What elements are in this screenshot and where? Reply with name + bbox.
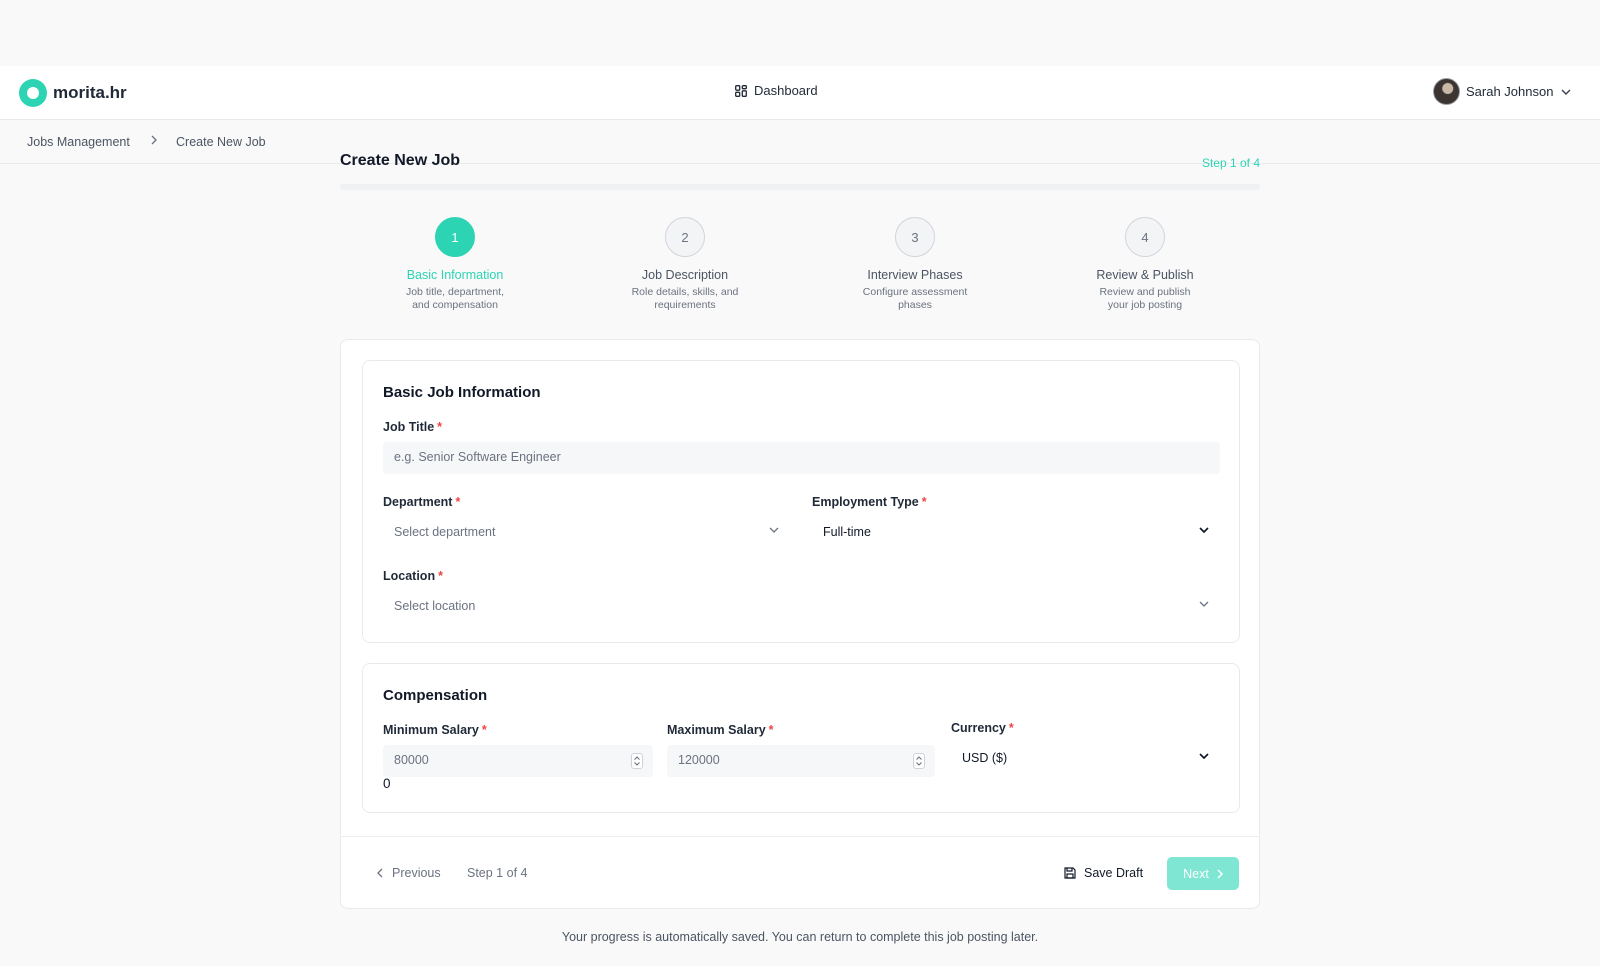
autosave-note: Your progress is automatically saved. Yo… bbox=[561, 930, 1039, 944]
label-text: Department bbox=[383, 495, 453, 509]
max-salary-label: Maximum Salary * bbox=[667, 723, 774, 737]
department-value: Select department bbox=[394, 525, 496, 539]
department-label: Department * bbox=[383, 495, 460, 509]
step-description: Review and publish your job posting bbox=[1099, 286, 1191, 311]
section-title: Compensation bbox=[383, 687, 488, 704]
currency-label: Currency * bbox=[951, 721, 1014, 735]
required-mark: * bbox=[438, 569, 443, 583]
step-title: Basic Information bbox=[406, 268, 504, 282]
step-description: Role details, skills, and requirements bbox=[631, 286, 739, 311]
save-draft-button[interactable]: Save Draft bbox=[1064, 866, 1143, 880]
step-number: 2 bbox=[665, 217, 705, 257]
min-salary-value: 80000 bbox=[394, 753, 429, 767]
currency-value: USD ($) bbox=[962, 751, 1008, 765]
form-footer: Previous Step 1 of 4 Save Draft Next bbox=[341, 836, 1259, 909]
top-navbar: morita.hr Dashboard Sarah Johnson bbox=[0, 66, 1600, 120]
number-stepper[interactable] bbox=[913, 753, 925, 769]
breadcrumb: Jobs Management Create New Job bbox=[0, 121, 1600, 164]
step-title: Review & Publish bbox=[1096, 268, 1194, 282]
step-counter: Step 1 of 4 bbox=[1201, 156, 1260, 170]
step-job-description[interactable]: 2 Job Description Role details, skills, … bbox=[600, 217, 770, 312]
step-number: 3 bbox=[895, 217, 935, 257]
chevron-right-icon bbox=[1217, 868, 1223, 879]
brand-name: morita.hr bbox=[53, 83, 127, 102]
step-description: Configure assessment phases bbox=[862, 286, 968, 311]
employment-type-label: Employment Type * bbox=[812, 495, 927, 509]
previous-label: Previous bbox=[392, 866, 441, 880]
step-description: Job title, department, and compensation bbox=[405, 286, 505, 311]
required-mark: * bbox=[921, 495, 927, 509]
next-button[interactable]: Next bbox=[1167, 857, 1239, 890]
save-icon bbox=[1064, 867, 1076, 879]
label-text: Currency bbox=[951, 721, 1006, 735]
label-text: Minimum Salary bbox=[383, 723, 479, 737]
breadcrumb-create-new-job: Create New Job bbox=[176, 135, 266, 149]
step-number: 1 bbox=[435, 217, 475, 257]
chevron-down-icon bbox=[1199, 527, 1209, 533]
progress-bar bbox=[340, 184, 1260, 190]
step-review-publish[interactable]: 4 Review & Publish Review and publish yo… bbox=[1060, 217, 1230, 312]
user-name: Sarah Johnson bbox=[1466, 84, 1554, 99]
step-interview-phases[interactable]: 3 Interview Phases Configure assessment … bbox=[830, 217, 1000, 312]
breadcrumb-jobs-management[interactable]: Jobs Management bbox=[27, 135, 130, 149]
chevron-down-icon bbox=[1199, 753, 1209, 759]
up-down-arrows-icon bbox=[916, 756, 922, 766]
stray-text: 0 bbox=[383, 776, 391, 791]
brand-logo[interactable]: morita.hr bbox=[19, 79, 127, 107]
min-salary-label: Minimum Salary * bbox=[383, 723, 487, 737]
previous-button[interactable]: Previous bbox=[377, 866, 441, 880]
page-title: Create New Job bbox=[340, 152, 461, 169]
required-mark: * bbox=[768, 723, 774, 737]
label-text: Location bbox=[383, 569, 436, 583]
min-salary-input[interactable]: 80000 bbox=[383, 745, 653, 777]
chevron-down-icon bbox=[1561, 89, 1571, 95]
max-salary-input[interactable]: 120000 bbox=[667, 745, 935, 777]
step-basic-information[interactable]: 1 Basic Information Job title, departmen… bbox=[370, 217, 540, 312]
footer-step-indicator: Step 1 of 4 bbox=[467, 866, 528, 880]
department-select[interactable]: Select department bbox=[383, 517, 790, 549]
section-title: Basic Job Information bbox=[383, 384, 541, 401]
save-draft-label: Save Draft bbox=[1084, 866, 1144, 880]
location-value: Select location bbox=[394, 599, 476, 613]
required-mark: * bbox=[455, 495, 461, 509]
compensation-section: Compensation Minimum Salary * 80000 Maxim… bbox=[362, 663, 1240, 813]
chevron-down-icon bbox=[1199, 601, 1209, 607]
employment-type-value: Full-time bbox=[823, 525, 871, 539]
label-text: Maximum Salary bbox=[667, 723, 766, 737]
dashboard-grid-icon bbox=[735, 84, 747, 97]
label-text: Job Title bbox=[383, 420, 435, 434]
chevron-right-icon bbox=[151, 135, 157, 145]
job-title-placeholder: e.g. Senior Software Engineer bbox=[394, 450, 561, 464]
up-down-arrows-icon bbox=[634, 756, 640, 766]
step-number: 4 bbox=[1125, 217, 1165, 257]
job-title-label: Job Title * bbox=[383, 420, 442, 434]
nav-dashboard-label: Dashboard bbox=[754, 83, 818, 98]
location-select[interactable]: Select location bbox=[383, 591, 1220, 623]
next-label: Next bbox=[1183, 866, 1209, 881]
employment-type-select[interactable]: Full-time bbox=[812, 517, 1220, 549]
job-form-card: Basic Job Information Job Title * e.g. Se… bbox=[340, 339, 1260, 909]
chevron-down-icon bbox=[769, 527, 779, 533]
number-stepper[interactable] bbox=[631, 753, 643, 769]
currency-select[interactable]: USD ($) bbox=[951, 743, 1220, 775]
logo-mark-icon bbox=[19, 79, 47, 107]
chevron-left-icon bbox=[377, 868, 383, 878]
job-title-input[interactable]: e.g. Senior Software Engineer bbox=[383, 442, 1220, 474]
nav-dashboard-link[interactable]: Dashboard bbox=[735, 83, 818, 98]
required-mark: * bbox=[1008, 721, 1014, 735]
max-salary-value: 120000 bbox=[678, 753, 720, 767]
step-title: Job Description bbox=[641, 268, 729, 282]
step-title: Interview Phases bbox=[867, 268, 963, 282]
avatar bbox=[1433, 78, 1460, 105]
basic-info-section: Basic Job Information Job Title * e.g. Se… bbox=[362, 360, 1240, 643]
required-mark: * bbox=[437, 420, 443, 434]
location-label: Location * bbox=[383, 569, 443, 583]
label-text: Employment Type bbox=[812, 495, 919, 509]
user-menu[interactable]: Sarah Johnson bbox=[1433, 78, 1571, 105]
required-mark: * bbox=[481, 723, 487, 737]
